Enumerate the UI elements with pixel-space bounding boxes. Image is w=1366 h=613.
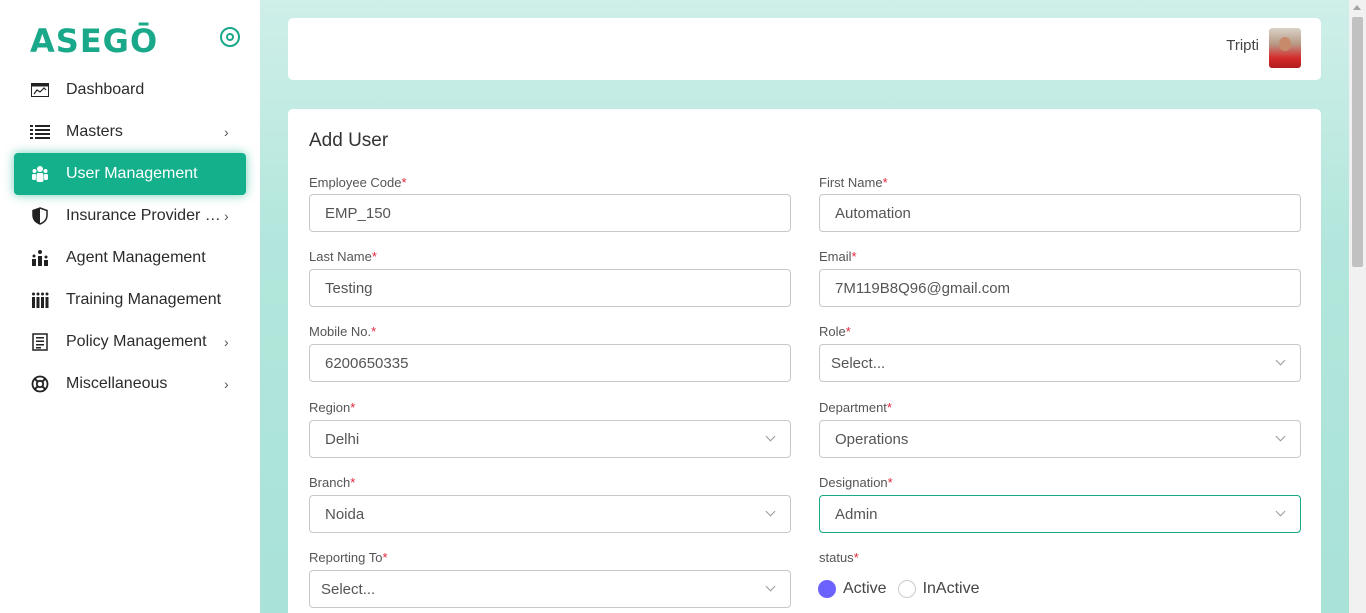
sidebar-item-label: Insurance Provider Management: [66, 207, 224, 224]
add-user-form: Add User Employee Code* EMP_150 First Na…: [288, 109, 1321, 613]
designation-select[interactable]: Admin: [819, 495, 1301, 533]
sidebar-item-user-management[interactable]: User Management: [14, 153, 246, 195]
sidebar-item-policy-management[interactable]: Policy Management ›: [14, 321, 246, 363]
status-label: status*: [819, 550, 859, 565]
sidebar-item-label: Agent Management: [66, 249, 206, 266]
reporting-to-select[interactable]: Select...: [309, 570, 791, 608]
chevron-right-icon: ›: [224, 334, 229, 350]
sidebar-item-agent-management[interactable]: Agent Management: [14, 237, 246, 279]
region-select[interactable]: Delhi: [309, 420, 791, 458]
sidebar-item-label: Training Management: [66, 291, 222, 308]
chevron-right-icon: ›: [224, 124, 229, 140]
sidebar-item-label: Dashboard: [66, 81, 145, 98]
top-header: Tripti: [288, 18, 1321, 80]
page-title: Add User: [309, 130, 389, 151]
scroll-up-arrow-icon[interactable]: [1353, 5, 1361, 10]
list-icon: [30, 122, 50, 142]
training-icon: [30, 290, 50, 310]
sidebar-item-label: Miscellaneous: [66, 375, 168, 392]
agent-icon: [30, 248, 50, 268]
sidebar-item-insurance-provider[interactable]: Insurance Provider Management ›: [14, 195, 246, 237]
policy-icon: [30, 332, 50, 352]
sidebar-toggle-icon[interactable]: [220, 27, 240, 47]
status-active-radio[interactable]: [818, 580, 836, 598]
chevron-down-icon: [765, 581, 776, 592]
sidebar-item-label: Policy Management: [66, 333, 207, 350]
last-name-field[interactable]: Testing: [309, 269, 791, 307]
chevron-right-icon: ›: [224, 208, 229, 224]
chevron-right-icon: ›: [224, 376, 229, 392]
department-select[interactable]: Operations: [819, 420, 1301, 458]
role-select[interactable]: Select...: [819, 344, 1301, 382]
dashboard-icon: [30, 80, 50, 100]
chevron-down-icon: [1275, 431, 1286, 442]
shield-icon: [30, 206, 50, 226]
lifebuoy-icon: [30, 374, 50, 394]
scrollbar-thumb[interactable]: [1352, 17, 1363, 267]
page-scrollbar[interactable]: [1349, 0, 1366, 613]
sidebar-item-label: User Management: [66, 165, 198, 182]
status-inactive-label[interactable]: InActive: [923, 580, 980, 598]
users-icon: [30, 164, 50, 184]
reporting-to-label: Reporting To*: [309, 550, 388, 565]
mobile-field[interactable]: 6200650335: [309, 344, 791, 382]
chevron-down-icon: [1275, 506, 1286, 517]
chevron-down-icon: [1275, 355, 1286, 366]
app-logo[interactable]: ASEGŌ: [30, 22, 158, 60]
mobile-label: Mobile No.*: [309, 324, 377, 339]
region-label: Region*: [309, 400, 356, 415]
first-name-field[interactable]: Automation: [819, 194, 1301, 232]
sidebar-item-miscellaneous[interactable]: Miscellaneous ›: [14, 363, 246, 405]
status-active-label[interactable]: Active: [843, 580, 887, 598]
email-field[interactable]: 7M119B8Q96@gmail.com: [819, 269, 1301, 307]
sidebar-item-label: Masters: [66, 123, 123, 140]
employee-code-field[interactable]: EMP_150: [309, 194, 791, 232]
user-name[interactable]: Tripti: [1226, 37, 1259, 54]
designation-label: Designation*: [819, 475, 893, 490]
status-inactive-radio[interactable]: [897, 580, 916, 598]
email-label: Email*: [819, 249, 857, 264]
branch-label: Branch*: [309, 475, 356, 490]
sidebar: ASEGŌ Dashboard Masters › User Managemen…: [0, 0, 260, 613]
role-label: Role*: [819, 324, 851, 339]
main-content: Tripti Add User Employee Code* EMP_150 F…: [260, 0, 1349, 613]
chevron-down-icon: [765, 506, 776, 517]
branch-select[interactable]: Noida: [309, 495, 791, 533]
avatar[interactable]: [1269, 28, 1301, 68]
first-name-label: First Name*: [819, 175, 888, 190]
last-name-label: Last Name*: [309, 249, 377, 264]
sidebar-item-training-management[interactable]: Training Management: [14, 279, 246, 321]
sidebar-item-masters[interactable]: Masters ›: [14, 111, 246, 153]
status-radio-group: Active InActive: [818, 580, 991, 598]
chevron-down-icon: [765, 431, 776, 442]
employee-code-label: Employee Code*: [309, 175, 407, 190]
sidebar-item-dashboard[interactable]: Dashboard: [14, 69, 246, 111]
department-label: Department*: [819, 400, 892, 415]
